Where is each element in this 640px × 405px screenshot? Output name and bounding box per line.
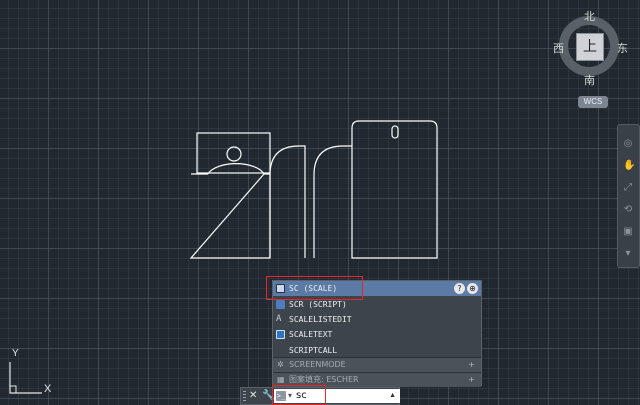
autocomplete-item[interactable]: SCALETEXT	[273, 327, 481, 342]
showmotion-icon[interactable]: ▣	[623, 227, 633, 237]
gear-icon: ✲	[277, 360, 284, 369]
highlight-command-input	[272, 385, 326, 405]
viewcube[interactable]: 上 北 南 西 东	[553, 8, 633, 88]
expand-icon[interactable]: +	[468, 358, 475, 372]
drawing-arch-right	[313, 145, 352, 258]
internet-search-icon[interactable]: ⊕	[467, 283, 478, 294]
help-icon[interactable]: ?	[454, 283, 465, 294]
orbit-icon[interactable]: ⟲	[623, 205, 633, 215]
autocomplete-group-sysvar[interactable]: ✲ SCREENMODE +	[273, 357, 481, 372]
drawing-box-large	[189, 173, 271, 259]
chevron-up-icon[interactable]: ▲	[389, 389, 396, 403]
scale-list-icon: A	[276, 314, 282, 324]
expand-icon[interactable]: +	[468, 373, 475, 387]
drawing-keyhole	[391, 125, 399, 139]
pan-icon[interactable]: ✋	[623, 161, 635, 171]
script-icon	[276, 300, 285, 309]
drag-grip-icon[interactable]	[243, 391, 246, 401]
compass-west-label[interactable]: 西	[553, 40, 564, 56]
drawing-box-small	[196, 132, 271, 174]
compass-north-label[interactable]: 北	[584, 8, 595, 24]
compass-south-label[interactable]: 南	[584, 72, 595, 88]
highlight-selected-command	[266, 276, 363, 300]
scale-text-icon	[276, 330, 285, 339]
drawing-box-tall	[351, 120, 438, 259]
zoom-icon[interactable]: ⤢	[623, 183, 633, 193]
hatch-icon: ▦	[277, 375, 285, 384]
drawing-arch-left	[269, 145, 306, 258]
steering-wheel-icon[interactable]: ◎	[623, 139, 633, 149]
viewcube-face-top[interactable]: 上	[576, 33, 604, 61]
blank-icon	[276, 346, 285, 355]
navigation-bar: ◎ ✋ ⤢ ⟲ ▣ ▾	[617, 124, 640, 268]
ucs-x-label: X	[44, 383, 52, 395]
autocomplete-item[interactable]: SCRIPTCALL	[273, 343, 481, 358]
compass-east-label[interactable]: 东	[617, 40, 628, 56]
navbar-menu-icon[interactable]: ▾	[623, 249, 633, 259]
drawing-circle	[226, 146, 242, 162]
wcs-menu-button[interactable]: WCS	[578, 96, 608, 108]
ucs-y-label: Y	[12, 348, 19, 359]
autocomplete-item[interactable]: A SCALELISTEDIT	[273, 312, 481, 327]
close-icon[interactable]: ✕	[249, 389, 257, 403]
